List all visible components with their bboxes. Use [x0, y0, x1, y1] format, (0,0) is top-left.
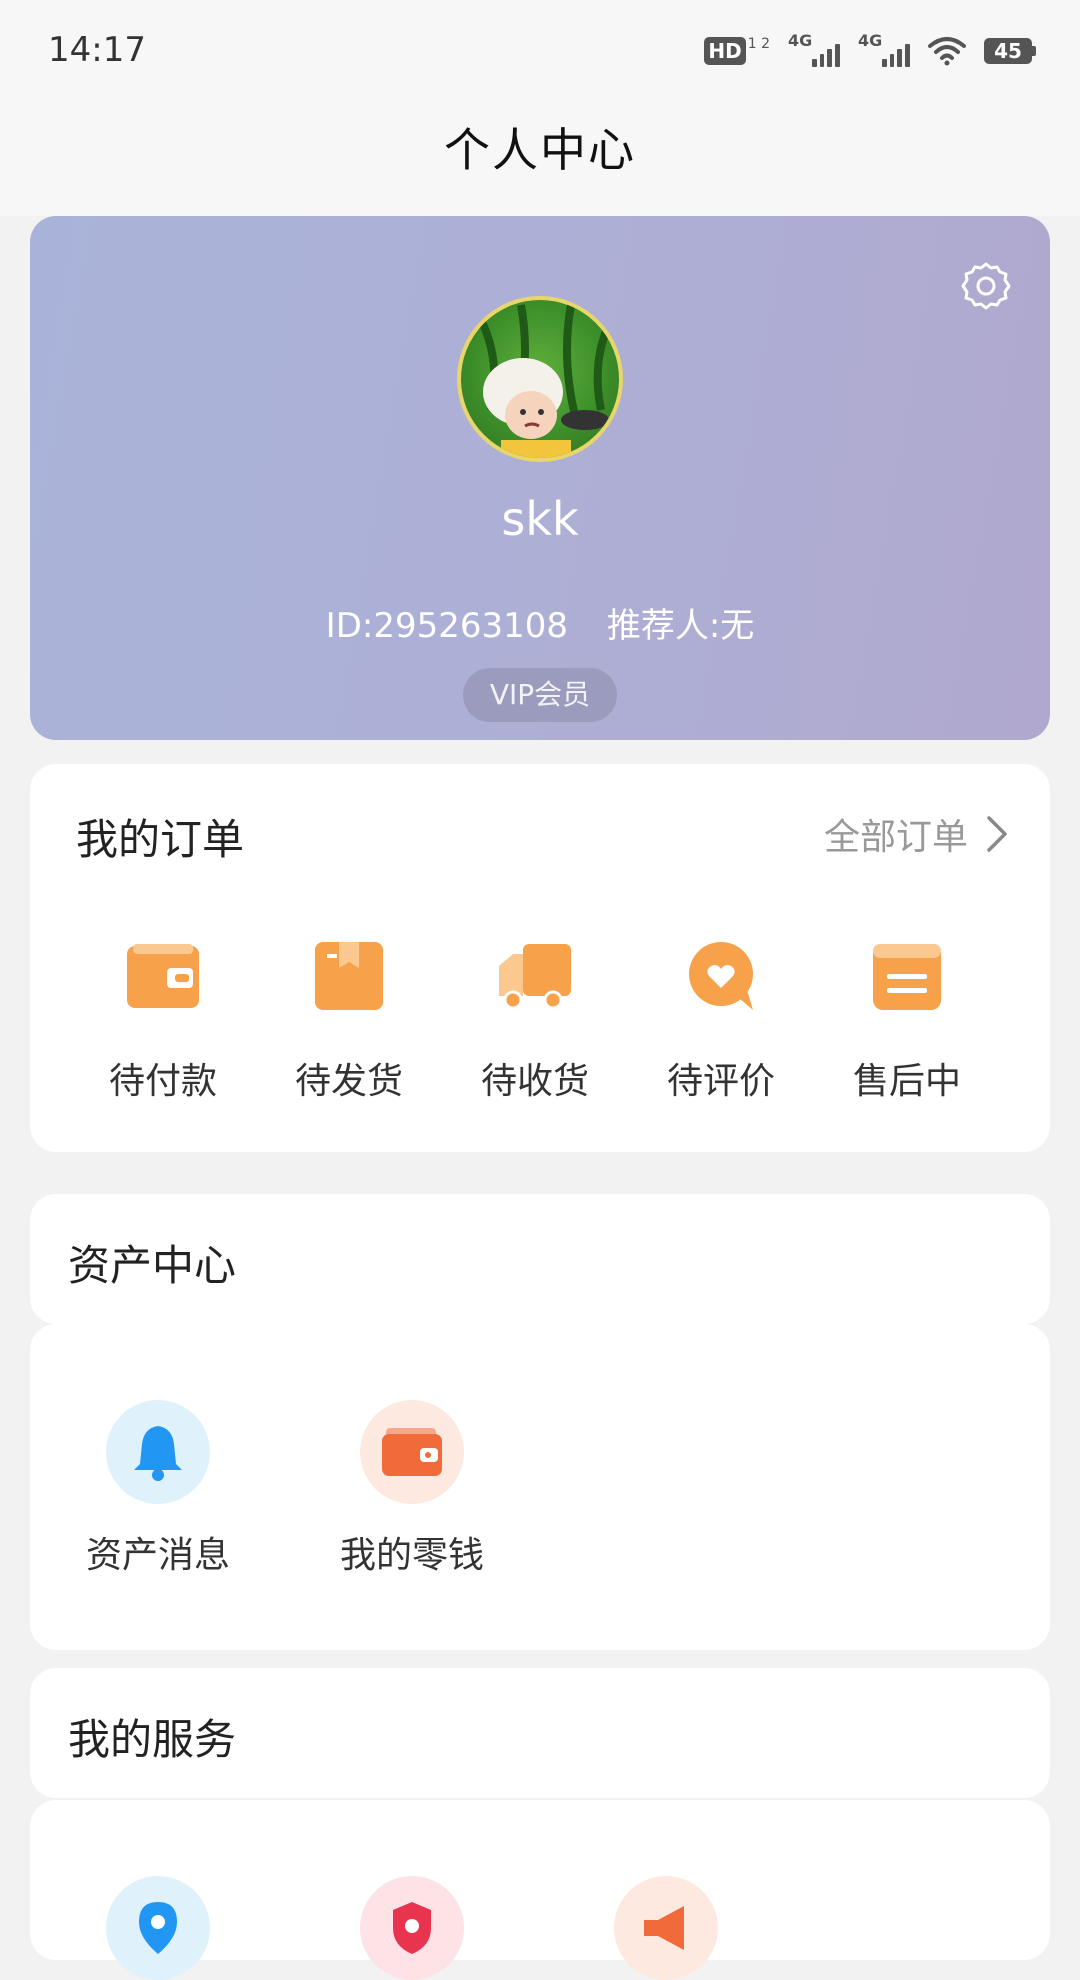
package-icon	[315, 942, 383, 1010]
assets-header: 资产中心	[30, 1194, 1050, 1324]
orders-title: 我的订单	[76, 815, 245, 864]
list-box-icon	[873, 944, 941, 1010]
order-pending-payment[interactable]: 待付款	[70, 936, 256, 1104]
service-item[interactable]	[58, 1876, 258, 1980]
signal-label: 4G	[858, 31, 883, 50]
all-orders-link[interactable]: 全部订单	[824, 808, 1008, 860]
service-item[interactable]	[312, 1876, 512, 1980]
avatar[interactable]	[457, 296, 623, 462]
assets-grid: 资产消息 我的零钱	[30, 1324, 1050, 1650]
battery-icon: 45	[984, 38, 1036, 64]
wallet-icon	[127, 944, 199, 1008]
avatar-image	[477, 304, 615, 458]
vip-badge: VIP会员	[463, 668, 617, 722]
order-status-row: 待付款 待发货 待收货 待评价 售后中	[70, 936, 1000, 1104]
services-title: 我的服务	[68, 1715, 237, 1764]
user-id: ID:295263108	[325, 606, 569, 646]
wifi-icon	[928, 37, 966, 66]
order-after-sales[interactable]: 售后中	[814, 936, 1000, 1104]
truck-icon	[499, 944, 571, 1010]
order-label: 待付款	[108, 1061, 217, 1102]
nav-bar: 个人中心	[0, 100, 1080, 216]
asset-messages-item[interactable]: 资产消息	[58, 1400, 258, 1578]
all-orders-label: 全部订单	[823, 817, 968, 858]
page-title: 个人中心	[444, 123, 636, 177]
profile-card: skk ID:295263108 推荐人:无 VIP会员	[30, 216, 1050, 740]
status-icons: HD 1 2 4G 4G 45	[704, 31, 1036, 68]
location-pin-icon	[106, 1876, 210, 1980]
gear-icon[interactable]	[960, 260, 1012, 312]
bell-icon	[106, 1400, 210, 1504]
order-label: 售后中	[852, 1061, 961, 1102]
shield-icon	[360, 1876, 464, 1980]
order-label: 待收货	[480, 1061, 589, 1102]
username: skk	[501, 492, 579, 546]
status-time: 14:17	[48, 30, 146, 70]
hd-sub: 1 2	[747, 36, 770, 52]
comment-heart-icon	[689, 942, 753, 1010]
hd-icon: HD 1 2	[704, 37, 770, 65]
signal-label: 4G	[788, 31, 813, 50]
wallet-icon	[360, 1400, 464, 1504]
order-label: 待评价	[666, 1061, 775, 1102]
chevron-right-icon	[987, 816, 1007, 852]
status-bar: 14:17 HD 1 2 4G 4G 45	[0, 0, 1080, 100]
signal-4g-icon: 4G	[788, 31, 841, 67]
order-pending-shipment[interactable]: 待发货	[256, 936, 442, 1104]
id-line: ID:295263108 推荐人:无	[30, 598, 1050, 647]
my-change-item[interactable]: 我的零钱	[312, 1400, 512, 1578]
orders-card: 我的订单 全部订单 待付款 待发货 待收货 待评价 售后中	[30, 764, 1050, 1152]
services-header: 我的服务	[30, 1668, 1050, 1798]
order-label: 待发货	[294, 1061, 403, 1102]
hd-label: HD	[704, 37, 746, 65]
assets-title: 资产中心	[68, 1241, 237, 1290]
signal-4g-icon: 4G	[858, 31, 911, 67]
services-grid	[30, 1800, 1050, 1980]
referrer: 推荐人:无	[606, 606, 755, 646]
order-pending-receipt[interactable]: 待收货	[442, 936, 628, 1104]
megaphone-icon	[614, 1876, 718, 1980]
service-item[interactable]	[566, 1876, 766, 1980]
order-pending-review[interactable]: 待评价	[628, 936, 814, 1104]
asset-label: 我的零钱	[339, 1535, 484, 1576]
asset-label: 资产消息	[85, 1535, 230, 1576]
battery-level: 45	[984, 38, 1032, 64]
